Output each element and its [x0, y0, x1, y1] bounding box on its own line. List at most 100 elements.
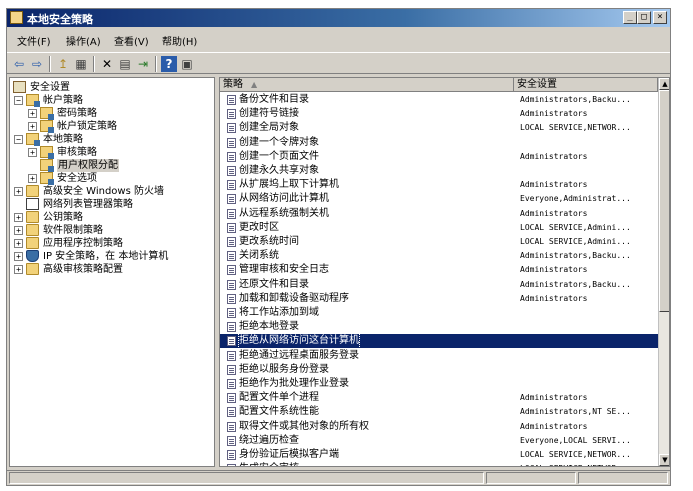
- table-row[interactable]: 配置文件单个进程 Administrators: [220, 391, 658, 405]
- properties-icon[interactable]: ▤: [117, 56, 133, 72]
- table-row[interactable]: 取得文件或其他对象的所有权 Administrators: [220, 420, 658, 434]
- policy-name: 更改系统时间: [239, 236, 299, 247]
- security-setting-value: Everyone,Administrat...: [520, 194, 631, 204]
- tree-item-label: 软件限制策略: [43, 225, 103, 236]
- delete-icon[interactable]: ✕: [99, 56, 115, 72]
- expand-icon[interactable]: +: [14, 239, 23, 248]
- policy-item-icon: [227, 95, 236, 105]
- policy-name: 创建一个页面文件: [239, 150, 319, 162]
- policy-item-icon: [227, 265, 236, 276]
- column-header-security-setting[interactable]: 安全设置: [514, 78, 658, 92]
- menu-help[interactable]: 帮助(H): [162, 33, 197, 48]
- close-button[interactable]: ×: [653, 11, 667, 24]
- policy-item-icon: [227, 251, 236, 262]
- collapse-icon[interactable]: −: [14, 135, 23, 144]
- table-row[interactable]: 从远程系统强制关机 Administrators: [220, 207, 658, 221]
- security-setting-value: LOCAL SERVICE,NETWOR...: [520, 123, 631, 133]
- security-setting-value: Administrators,Backu...: [520, 251, 631, 261]
- folder-icon: [40, 120, 54, 133]
- policy-item-icon: [227, 435, 236, 446]
- table-row[interactable]: 拒绝作为批处理作业登录: [220, 377, 658, 391]
- export-list-icon[interactable]: ⇥: [135, 56, 151, 72]
- vertical-scrollbar[interactable]: ▲ ▼: [658, 78, 669, 466]
- table-row[interactable]: 身份验证后模拟客户端 LOCAL SERVICE,NETWOR...: [220, 448, 658, 462]
- column-header-policy[interactable]: 策略 ▲: [220, 78, 514, 92]
- table-row[interactable]: 创建一个令牌对象: [220, 136, 658, 150]
- security-setting-value: Administrators: [520, 109, 588, 119]
- expand-icon[interactable]: +: [14, 226, 23, 235]
- policy-name: 更改时区: [239, 221, 279, 233]
- menu-file[interactable]: 文件(F): [17, 33, 51, 48]
- folder-icon: [26, 224, 39, 236]
- help-icon[interactable]: ?: [161, 56, 177, 72]
- menu-view[interactable]: 查看(V): [114, 33, 149, 48]
- expand-icon[interactable]: +: [28, 109, 37, 118]
- security-setting-value: Administrators: [520, 293, 588, 303]
- table-row[interactable]: 生成安全审核 LOCAL SERVICE,NETWOR...: [220, 462, 658, 466]
- expand-icon[interactable]: +: [28, 122, 37, 131]
- back-icon[interactable]: ⇦: [11, 56, 27, 72]
- table-row[interactable]: 备份文件和目录 Administrators,Backu...: [220, 93, 658, 107]
- security-setting-value: Administrators,Backu...: [520, 95, 631, 104]
- policy-name: 从扩展坞上取下计算机: [239, 179, 339, 191]
- expand-icon[interactable]: +: [14, 265, 23, 274]
- policy-name: 绕过遍历检查: [239, 434, 299, 446]
- table-row[interactable]: 创建符号链接 Administrators: [220, 107, 658, 121]
- table-row[interactable]: 还原文件和目录 Administrators,Backu...: [220, 278, 658, 292]
- security-setting-value: Administrators: [520, 208, 588, 218]
- table-row[interactable]: 创建一个页面文件 Administrators: [220, 150, 658, 164]
- title-bar[interactable]: 本地安全策略 _ □ ×: [7, 9, 670, 27]
- tree-item-label: 公钥策略: [43, 212, 83, 223]
- policy-item-icon: [227, 123, 236, 134]
- policy-name: 配置文件系统性能: [239, 406, 319, 418]
- policy-item-icon: [227, 180, 236, 191]
- policy-name: 管理审核和安全日志: [239, 264, 329, 276]
- table-row[interactable]: 创建全局对象 LOCAL SERVICE,NETWOR...: [220, 121, 658, 135]
- table-row[interactable]: 从网络访问此计算机 Everyone,Administrat...: [220, 192, 658, 206]
- scroll-thumb[interactable]: [659, 90, 669, 312]
- security-setting-value: Everyone,LOCAL SERVI...: [520, 435, 631, 445]
- table-row[interactable]: 更改系统时间 LOCAL SERVICE,Admini...: [220, 235, 658, 249]
- up-folder-icon[interactable]: ↥: [55, 56, 71, 72]
- menu-action[interactable]: 操作(A): [66, 33, 101, 48]
- folder-icon: [40, 159, 54, 172]
- table-row[interactable]: 创建永久共享对象: [220, 164, 658, 178]
- security-setting-value: LOCAL SERVICE,Admini...: [520, 222, 631, 232]
- table-row[interactable]: 关闭系统 Administrators,Backu...: [220, 249, 658, 263]
- folder-icon: [26, 211, 39, 223]
- maximize-button[interactable]: □: [637, 11, 651, 24]
- expand-icon[interactable]: +: [14, 252, 23, 261]
- scroll-down-button[interactable]: ▼: [659, 454, 669, 466]
- menu-bar: 文件(F) 操作(A) 查看(V) 帮助(H): [7, 30, 670, 49]
- expand-icon[interactable]: +: [28, 148, 37, 157]
- table-row[interactable]: 管理审核和安全日志 Administrators: [220, 263, 658, 277]
- minimize-button[interactable]: _: [623, 11, 637, 24]
- table-row[interactable]: 从扩展坞上取下计算机 Administrators: [220, 178, 658, 192]
- table-row[interactable]: 拒绝本地登录: [220, 320, 658, 334]
- table-row[interactable]: 更改时区 LOCAL SERVICE,Admini...: [220, 221, 658, 235]
- policy-name: 拒绝作为批处理作业登录: [239, 378, 349, 389]
- forward-icon[interactable]: ⇨: [29, 56, 45, 72]
- table-row[interactable]: 将工作站添加到域: [220, 306, 658, 320]
- tree-item-label: 网络列表管理器策略: [43, 199, 133, 210]
- expand-icon[interactable]: +: [28, 174, 37, 183]
- table-row[interactable]: 拒绝从网络访问这台计算机: [220, 333, 658, 350]
- console-view-icon[interactable]: ▣: [179, 56, 195, 72]
- table-row[interactable]: 配置文件系统性能 Administrators,NT SE...: [220, 405, 658, 419]
- folder-icon: [26, 185, 39, 197]
- table-row[interactable]: 加载和卸载设备驱动程序 Administrators: [220, 292, 658, 306]
- show-hide-tree-icon[interactable]: ▦: [73, 56, 89, 72]
- expand-icon[interactable]: +: [14, 213, 23, 222]
- collapse-icon[interactable]: −: [14, 96, 23, 105]
- policy-name: 配置文件单个进程: [239, 392, 319, 404]
- expand-icon[interactable]: +: [14, 187, 23, 196]
- folder-icon: [26, 94, 40, 107]
- status-bar: [7, 470, 670, 485]
- policy-item-icon: [227, 293, 236, 304]
- scroll-up-button[interactable]: ▲: [659, 78, 669, 90]
- table-row[interactable]: 拒绝通过远程桌面服务登录: [220, 349, 658, 363]
- table-row[interactable]: 拒绝以服务身份登录: [220, 363, 658, 377]
- policy-name: 生成安全审核: [239, 462, 299, 466]
- folder-icon: [40, 107, 54, 120]
- table-row[interactable]: 绕过遍历检查 Everyone,LOCAL SERVI...: [220, 434, 658, 448]
